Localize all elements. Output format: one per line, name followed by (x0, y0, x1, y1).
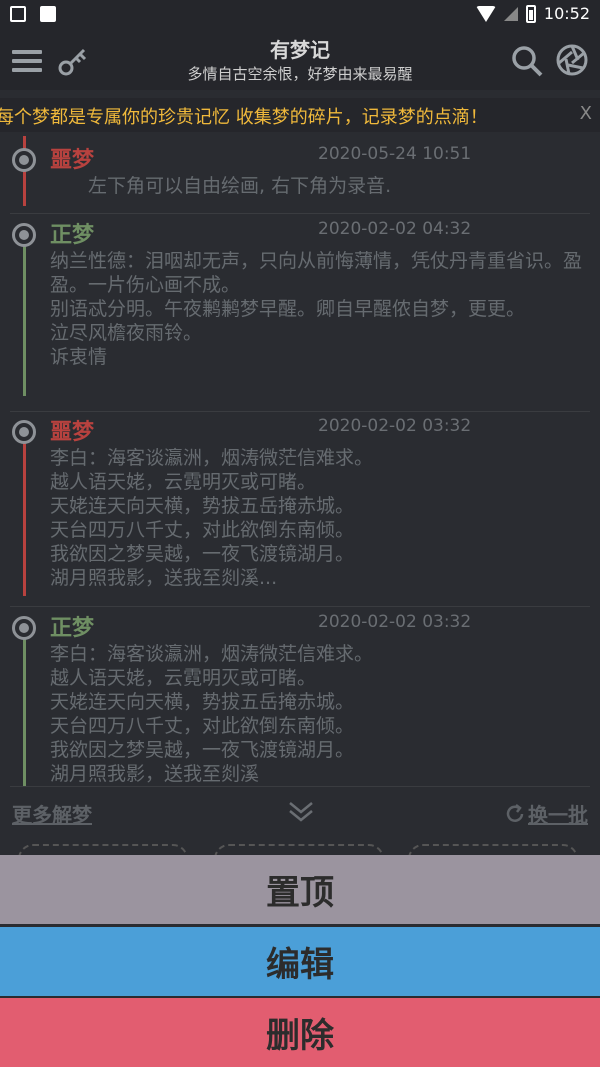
dream-type: 正梦 (50, 616, 95, 641)
battery-icon (525, 4, 536, 23)
status-bar: 10:52 (0, 0, 600, 30)
dream-entry[interactable]: 噩梦 2020-05-24 10:51 左下角可以自由绘画, 右下角为录音. (0, 144, 600, 228)
divider (10, 411, 590, 412)
dream-date: 2020-05-24 10:51 (318, 144, 472, 164)
dream-entry[interactable]: 正梦 2020-02-02 04:32 纳兰性德：泪咽却无声，只向从前悔薄情，凭… (0, 219, 600, 403)
dream-type: 噩梦 (50, 148, 95, 173)
search-icon[interactable] (510, 44, 544, 78)
delete-button[interactable]: 删除 (0, 998, 600, 1067)
edit-button[interactable]: 编辑 (0, 927, 600, 996)
refresh-batch-button[interactable]: 换一批 (504, 799, 588, 828)
footer-row: 更多解梦 换一批 (0, 795, 600, 835)
dream-content: 李白：海客谈瀛洲，烟涛微茫信难求。 越人语天姥，云霓明灭或可睹。 天姥连天向天横… (50, 447, 374, 589)
gallery-notification-icon (10, 6, 26, 22)
timeline-dot-icon (12, 616, 36, 640)
divider (10, 213, 590, 214)
refresh-icon (506, 803, 524, 822)
divider (10, 606, 590, 607)
timeline-dot-icon (12, 223, 36, 247)
notice-close-button[interactable]: X (580, 103, 592, 124)
dream-date: 2020-02-02 03:32 (318, 416, 472, 436)
status-time: 10:52 (543, 4, 590, 23)
aperture-icon[interactable] (555, 43, 589, 77)
timeline-dot-icon (12, 420, 36, 444)
dream-date: 2020-02-02 04:32 (318, 219, 472, 239)
dream-content: 左下角可以自由绘画, 右下角为录音. (50, 175, 392, 197)
refresh-label: 换一批 (528, 803, 588, 827)
dream-date: 2020-02-02 03:32 (318, 612, 472, 632)
dream-content: 纳兰性德：泪咽却无声，只向从前悔薄情，凭仗丹青重省识。盈盈。一片伤心画不成。 别… (50, 250, 583, 368)
signal-icon (503, 6, 518, 21)
dream-type: 噩梦 (50, 420, 95, 445)
dream-type: 正梦 (50, 223, 95, 248)
dream-entry[interactable]: 正梦 2020-02-02 03:32 李白：海客谈瀛洲，烟涛微茫信难求。 越人… (0, 612, 600, 786)
timeline-dot-icon (12, 148, 36, 172)
wifi-icon (475, 5, 496, 22)
divider (10, 786, 590, 787)
notice-text: 每个梦都是专属你的珍贵记忆 收集梦的碎片，记录梦的点滴！ (0, 107, 488, 128)
app-bar: 有梦记 多情自古空余恨，好梦由来最易醒 (0, 30, 600, 90)
dream-list: 噩梦 2020-05-24 10:51 左下角可以自由绘画, 右下角为录音. 正… (0, 136, 600, 786)
notice-marquee: 每个梦都是专属你的珍贵记忆 收集梦的碎片，记录梦的点滴！ X (0, 98, 600, 132)
pin-button[interactable]: 置顶 (0, 855, 600, 924)
dream-entry[interactable]: 噩梦 2020-02-02 03:32 李白：海客谈瀛洲，烟涛微茫信难求。 越人… (0, 416, 600, 600)
dream-content: 李白：海客谈瀛洲，烟涛微茫信难求。 越人语天姥，云霓明灭或可睹。 天姥连天向天横… (50, 643, 374, 785)
chevron-down-icon[interactable] (286, 797, 316, 827)
app-notification-icon (40, 6, 56, 22)
more-dream-interpretation-link[interactable]: 更多解梦 (12, 799, 92, 828)
